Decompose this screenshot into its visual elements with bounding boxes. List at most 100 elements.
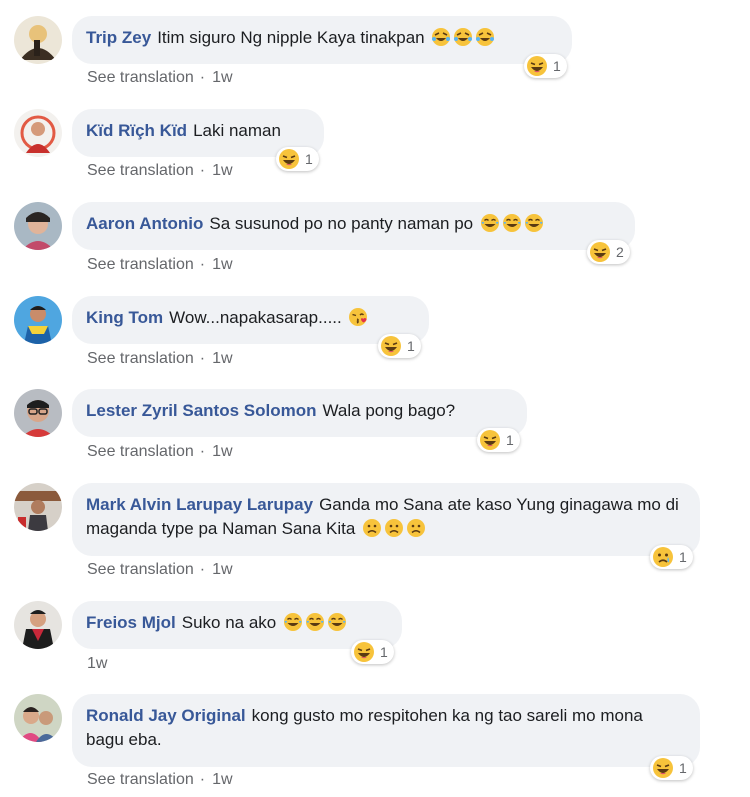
reaction-summary[interactable]: 1 (650, 756, 693, 780)
reaction-summary[interactable]: 1 (650, 545, 693, 569)
comment-bubble: Aaron Antonio Sa susunod po no panty nama… (72, 202, 635, 250)
haha-reaction-icon (279, 149, 299, 169)
comment-text: Wala pong bago? (322, 401, 456, 420)
comment-bubble: Lester Zyril Santos Solomon Wala pong bag… (72, 389, 527, 437)
avatar[interactable] (14, 109, 62, 157)
comment-bubble: Ronald Jay Original kong gusto mo respito… (72, 694, 700, 767)
comment-timestamp[interactable]: 1w (212, 771, 232, 788)
emoji-group (346, 308, 368, 327)
comment-bubble: King Tom Wow...napakasarap..... (72, 296, 429, 344)
sad-reaction-icon (653, 547, 673, 567)
frown-emoji-icon (407, 519, 426, 537)
comment-meta: See translation · 1w (87, 255, 233, 275)
meta-separator: · (199, 69, 206, 86)
tears-of-joy-emoji-icon (327, 613, 346, 631)
comment-author[interactable]: Ronald Jay Original (86, 706, 246, 725)
comment-author[interactable]: King Tom (86, 308, 163, 327)
meta-separator: · (199, 256, 206, 273)
emoji-group (276, 613, 347, 632)
avatar[interactable] (14, 16, 62, 64)
reaction-count: 1 (679, 760, 687, 776)
comment-meta: See translation · 1w (87, 349, 233, 369)
tears-of-joy-emoji-icon (283, 613, 302, 631)
see-translation-link[interactable]: See translation (87, 69, 194, 86)
reaction-count: 1 (679, 549, 687, 565)
reaction-summary[interactable]: 1 (378, 334, 421, 358)
comment-text: Wow...napakasarap..... (169, 308, 347, 327)
see-translation-link[interactable]: See translation (87, 350, 194, 367)
comment-text: Itim siguro Ng nipple Kaya tinakpan (157, 28, 425, 47)
haha-reaction-icon (354, 642, 374, 662)
rofl-emoji-icon (454, 28, 473, 46)
see-translation-link[interactable]: See translation (87, 443, 194, 460)
comment-meta: 1w (87, 654, 107, 674)
comment-timestamp[interactable]: 1w (212, 256, 232, 273)
avatar[interactable] (14, 483, 62, 531)
meta-separator: · (199, 561, 206, 578)
tears-of-joy-emoji-icon (305, 613, 324, 631)
comment-bubble: Trip Zey Itim siguro Ng nipple Kaya tinak… (72, 16, 572, 64)
comment-meta: See translation · 1w (87, 161, 233, 181)
comment-meta: See translation · 1w (87, 442, 233, 462)
reaction-summary[interactable]: 2 (587, 240, 630, 264)
comment-timestamp[interactable]: 1w (212, 561, 232, 578)
reaction-summary[interactable]: 1 (276, 147, 319, 171)
kiss-emoji-icon (349, 308, 368, 326)
comment-timestamp[interactable]: 1w (212, 162, 232, 179)
reaction-count: 1 (553, 58, 561, 74)
see-translation-link[interactable]: See translation (87, 162, 194, 179)
reaction-count: 1 (407, 338, 415, 354)
reaction-summary[interactable]: 1 (524, 54, 567, 78)
haha-reaction-icon (527, 56, 547, 76)
reaction-count: 1 (305, 151, 313, 167)
tears-of-joy-emoji-icon (480, 214, 499, 232)
avatar[interactable] (14, 601, 62, 649)
comment-timestamp[interactable]: 1w (212, 350, 232, 367)
avatar[interactable] (14, 202, 62, 250)
comment-author[interactable]: Lester Zyril Santos Solomon (86, 401, 317, 420)
rofl-emoji-icon (476, 28, 495, 46)
comment-author[interactable]: Mark Alvin Larupay Larupay (86, 495, 313, 514)
haha-reaction-icon (381, 336, 401, 356)
comment-meta: See translation · 1w (87, 560, 233, 580)
avatar[interactable] (14, 296, 62, 344)
reaction-summary[interactable]: 1 (351, 640, 394, 664)
comment-author[interactable]: Aaron Antonio (86, 214, 203, 233)
meta-separator: · (199, 771, 206, 788)
meta-separator: · (199, 443, 206, 460)
frown-emoji-icon (385, 519, 404, 537)
frown-emoji-icon (363, 519, 382, 537)
comment-meta: See translation · 1w (87, 68, 233, 88)
see-translation-link[interactable]: See translation (87, 771, 194, 788)
tears-of-joy-emoji-icon (502, 214, 521, 232)
comment-meta: See translation · 1w (87, 770, 233, 790)
haha-reaction-icon (590, 242, 610, 262)
rofl-emoji-icon (432, 28, 451, 46)
comment-author[interactable]: Trip Zey (86, 28, 151, 47)
tears-of-joy-emoji-icon (524, 214, 543, 232)
avatar[interactable] (14, 389, 62, 437)
comment-timestamp[interactable]: 1w (87, 655, 107, 672)
emoji-group (355, 519, 426, 538)
comment-text: Suko na ako (181, 613, 277, 632)
emoji-group (425, 28, 496, 47)
comment-text: Laki naman (193, 121, 281, 140)
meta-separator: · (199, 162, 206, 179)
see-translation-link[interactable]: See translation (87, 256, 194, 273)
avatar[interactable] (14, 694, 62, 742)
haha-reaction-icon (653, 758, 673, 778)
reaction-count: 1 (506, 432, 514, 448)
comment-timestamp[interactable]: 1w (212, 69, 232, 86)
comment-author[interactable]: Kïd Rïçh Kïd (86, 121, 187, 140)
comment-author[interactable]: Freios Mjol (86, 613, 176, 632)
meta-separator: · (199, 350, 206, 367)
haha-reaction-icon (480, 430, 500, 450)
reaction-summary[interactable]: 1 (477, 428, 520, 452)
comment-bubble: Mark Alvin Larupay Larupay Ganda mo Sana … (72, 483, 700, 556)
comment-timestamp[interactable]: 1w (212, 443, 232, 460)
see-translation-link[interactable]: See translation (87, 561, 194, 578)
reaction-count: 1 (380, 644, 388, 660)
comment-text: Sa susunod po no panty naman po (209, 214, 478, 233)
emoji-group (478, 214, 544, 233)
reaction-count: 2 (616, 244, 624, 260)
